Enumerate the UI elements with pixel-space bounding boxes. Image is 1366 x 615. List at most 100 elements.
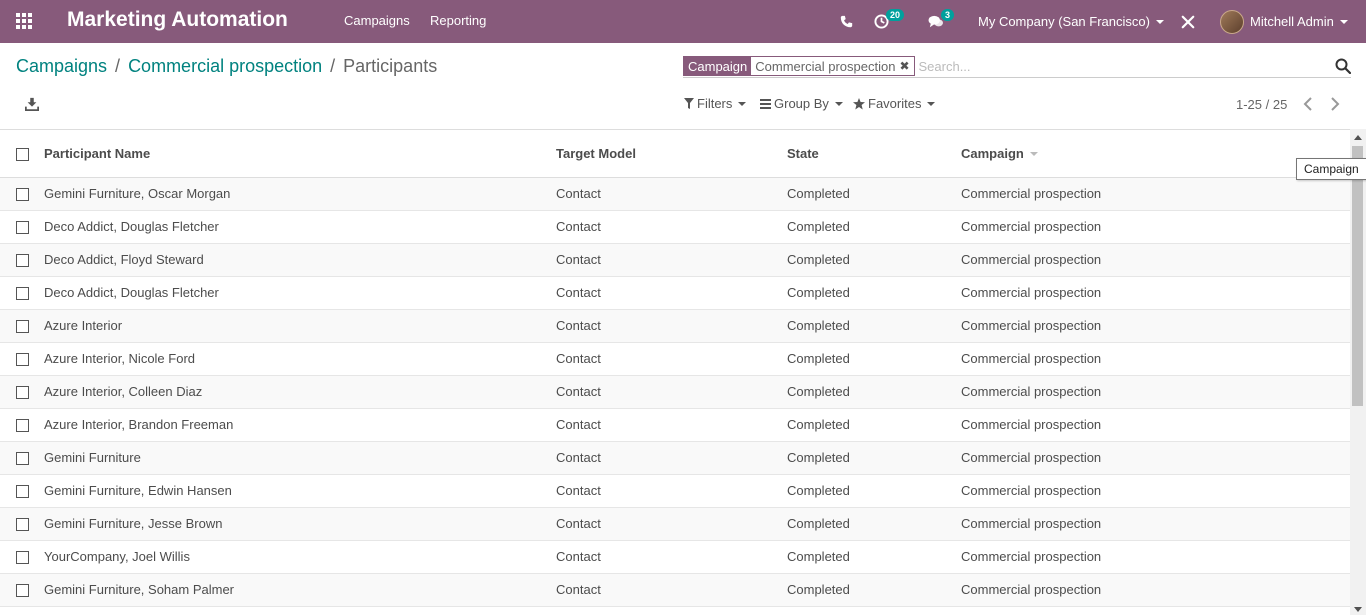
table-row[interactable]: Gemini Furniture, Soham Palmer Contact Com… (0, 573, 1350, 606)
state-cell: Completed (787, 417, 850, 432)
messages-button[interactable] (928, 0, 944, 43)
debug-tools-button[interactable] (1181, 0, 1195, 43)
activity-button[interactable] (874, 0, 889, 43)
column-target-model[interactable]: Target Model (556, 130, 787, 178)
user-name: Mitchell Admin (1250, 14, 1334, 29)
menu-item-campaigns[interactable]: Campaigns (344, 13, 410, 28)
select-all-cell (0, 130, 44, 178)
row-checkbox[interactable] (16, 551, 29, 565)
state-cell: Completed (787, 549, 850, 564)
breadcrumb-campaigns[interactable]: Campaigns (16, 56, 107, 77)
campaign-cell: Commercial prospection (961, 285, 1102, 300)
target-model-cell: Contact (556, 450, 601, 465)
top-navbar: Marketing Automation Campaigns Reporting… (0, 0, 1366, 43)
row-select-cell (0, 210, 44, 243)
breadcrumb-commercial-prospection[interactable]: Commercial prospection (128, 56, 322, 77)
participant-name-cell: Gemini Furniture, Jesse Brown (44, 516, 223, 531)
row-checkbox[interactable] (16, 518, 29, 532)
row-checkbox[interactable] (16, 386, 29, 400)
row-checkbox[interactable] (16, 419, 29, 433)
breadcrumb-current: Participants (343, 56, 438, 76)
target-model-cell: Contact (556, 186, 601, 201)
column-tooltip: Campaign (1296, 158, 1366, 180)
pager-value[interactable]: 1-25 / 25 (1236, 97, 1287, 112)
table-row[interactable]: Deco Addict, Floyd Steward Contact Complet… (0, 243, 1350, 276)
target-model-cell: Contact (556, 219, 601, 234)
favorites-button[interactable]: Favorites (853, 96, 936, 111)
row-select-cell (0, 342, 44, 375)
table-row[interactable]: Gemini Furniture, Edwin Hansen Contact Com… (0, 474, 1350, 507)
target-model-cell: Contact (556, 285, 601, 300)
campaign-cell: Commercial prospection (961, 417, 1102, 432)
table-row[interactable]: Gemini Furniture, Oscar Morgan Contact Com… (0, 177, 1350, 210)
row-checkbox[interactable] (16, 353, 29, 367)
scroll-down-icon[interactable] (1354, 607, 1362, 612)
menu-item-reporting[interactable]: Reporting (430, 13, 486, 28)
row-checkbox[interactable] (16, 320, 29, 334)
select-all-checkbox[interactable] (16, 147, 29, 161)
download-icon[interactable] (25, 97, 39, 111)
table-row[interactable]: Azure Interior, Colleen Diaz Contact Compl… (0, 375, 1350, 408)
row-select-cell (0, 243, 44, 276)
table-row[interactable]: Deco Addict, Douglas Fletcher Contact Comp… (0, 210, 1350, 243)
target-model-cell: Contact (556, 318, 601, 333)
state-cell: Completed (787, 351, 850, 366)
row-checkbox[interactable] (16, 188, 29, 202)
state-cell: Completed (787, 219, 850, 234)
close-icon[interactable]: ✖ (899, 59, 909, 73)
filters-button[interactable]: Filters (684, 96, 747, 111)
row-select-cell (0, 474, 44, 507)
sort-caret-icon (1029, 152, 1038, 157)
scroll-up-icon[interactable] (1354, 135, 1362, 140)
column-campaign[interactable]: Campaign (961, 130, 1350, 178)
row-checkbox[interactable] (16, 221, 29, 235)
star-icon (853, 97, 865, 109)
state-cell: Completed (787, 318, 850, 333)
phone-icon (840, 15, 853, 28)
row-checkbox[interactable] (16, 452, 29, 466)
table-row[interactable]: Azure Interior, Brandon Freeman Contact Co… (0, 408, 1350, 441)
app-title[interactable]: Marketing Automation (67, 8, 288, 32)
column-state[interactable]: State (787, 130, 961, 178)
target-model-cell: Contact (556, 582, 601, 597)
column-participant-name[interactable]: Participant Name (44, 130, 556, 178)
user-menu[interactable]: Mitchell Admin (1220, 0, 1348, 43)
search-bar: Campaign Commercial prospection ✖ (683, 55, 1351, 78)
target-model-cell: Contact (556, 549, 601, 564)
state-cell: Completed (787, 384, 850, 399)
campaign-cell: Commercial prospection (961, 384, 1102, 399)
activity-count-badge: 20 (886, 9, 905, 21)
row-checkbox[interactable] (16, 254, 29, 268)
participants-table: Participant Name Target Model State Camp… (0, 130, 1350, 607)
campaign-cell: Commercial prospection (961, 582, 1102, 597)
chevron-right-icon[interactable] (1329, 96, 1341, 112)
table-row[interactable]: Azure Interior, Nicole Ford Contact Comple… (0, 342, 1350, 375)
campaign-cell: Commercial prospection (961, 483, 1102, 498)
phone-button[interactable] (840, 0, 853, 43)
row-checkbox[interactable] (16, 584, 29, 598)
group-by-button[interactable]: Group By (760, 96, 843, 111)
company-switcher[interactable]: My Company (San Francisco) (978, 0, 1164, 43)
row-select-cell (0, 507, 44, 540)
chevron-left-icon[interactable] (1302, 96, 1314, 112)
table-row[interactable]: YourCompany, Joel Willis Contact Completed… (0, 540, 1350, 573)
row-select-cell (0, 375, 44, 408)
row-select-cell (0, 309, 44, 342)
vertical-scrollbar[interactable] (1350, 129, 1366, 615)
row-checkbox[interactable] (16, 485, 29, 499)
table-row[interactable]: Azure Interior Contact Completed Commercial… (0, 309, 1350, 342)
apps-grid-icon[interactable] (16, 13, 34, 29)
campaign-cell: Commercial prospection (961, 318, 1102, 333)
target-model-cell: Contact (556, 483, 601, 498)
table-row[interactable]: Gemini Furniture Contact Completed Commerci… (0, 441, 1350, 474)
table-row[interactable]: Deco Addict, Douglas Fletcher Contact Comp… (0, 276, 1350, 309)
state-cell: Completed (787, 285, 850, 300)
table-row[interactable]: Gemini Furniture, Jesse Brown Contact Comp… (0, 507, 1350, 540)
chevron-down-icon (738, 101, 747, 106)
chevron-down-icon (834, 101, 843, 106)
row-checkbox[interactable] (16, 287, 29, 301)
search-input[interactable] (918, 56, 1351, 76)
favorites-label: Favorites (868, 96, 922, 111)
search-icon[interactable] (1335, 58, 1351, 74)
scrollbar-thumb[interactable] (1352, 146, 1363, 406)
